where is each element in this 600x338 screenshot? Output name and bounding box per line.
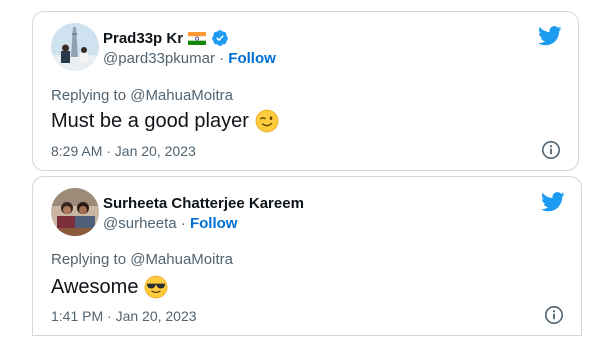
author-name-row[interactable]: Prad33p Kr <box>103 29 229 47</box>
avatar-photo <box>51 188 99 236</box>
winking-face-emoji-icon <box>255 109 279 133</box>
tweet-text-content: Must be a good player <box>51 109 249 132</box>
timestamp[interactable]: 1:41 PM · Jan 20, 2023 <box>51 308 197 324</box>
separator: · <box>176 215 190 232</box>
handle[interactable]: @pard33pkumar <box>103 50 215 67</box>
handle-row: @pard33pkumar · Follow <box>103 50 276 67</box>
avatar[interactable] <box>51 188 99 236</box>
info-icon[interactable] <box>541 140 561 160</box>
tweet-text: Awesome <box>51 275 168 299</box>
tweet-text-content: Awesome <box>51 275 139 298</box>
follow-button[interactable]: Follow <box>190 215 238 232</box>
tweet-text: Must be a good player <box>51 109 279 133</box>
replying-to[interactable]: Replying to @MahuaMoitra <box>51 87 233 104</box>
info-icon[interactable] <box>544 305 564 325</box>
avatar-photo <box>51 23 99 71</box>
tweet-card[interactable]: Surheeta Chatterjee Kareem @surheeta · F… <box>32 176 582 336</box>
twitter-bird-icon[interactable] <box>538 26 562 46</box>
verified-badge-icon <box>212 30 228 46</box>
india-flag-icon <box>188 31 207 45</box>
follow-button[interactable]: Follow <box>228 50 276 67</box>
display-name[interactable]: Surheeta Chatterjee Kareem <box>103 195 304 212</box>
twitter-bird-icon[interactable] <box>541 192 565 212</box>
display-name[interactable]: Prad33p Kr <box>103 30 183 47</box>
author-name-row[interactable]: Surheeta Chatterjee Kareem <box>103 195 304 212</box>
handle[interactable]: @surheeta <box>103 215 177 232</box>
avatar[interactable] <box>51 23 99 71</box>
replying-to[interactable]: Replying to @MahuaMoitra <box>51 251 233 268</box>
timestamp[interactable]: 8:29 AM · Jan 20, 2023 <box>51 143 196 159</box>
tweet-card[interactable]: Prad33p Kr @pard33pkumar · Follow Replyi… <box>32 11 579 171</box>
separator: · <box>214 50 229 67</box>
sunglasses-face-emoji-icon <box>145 275 168 299</box>
handle-row: @surheeta · Follow <box>103 215 237 232</box>
